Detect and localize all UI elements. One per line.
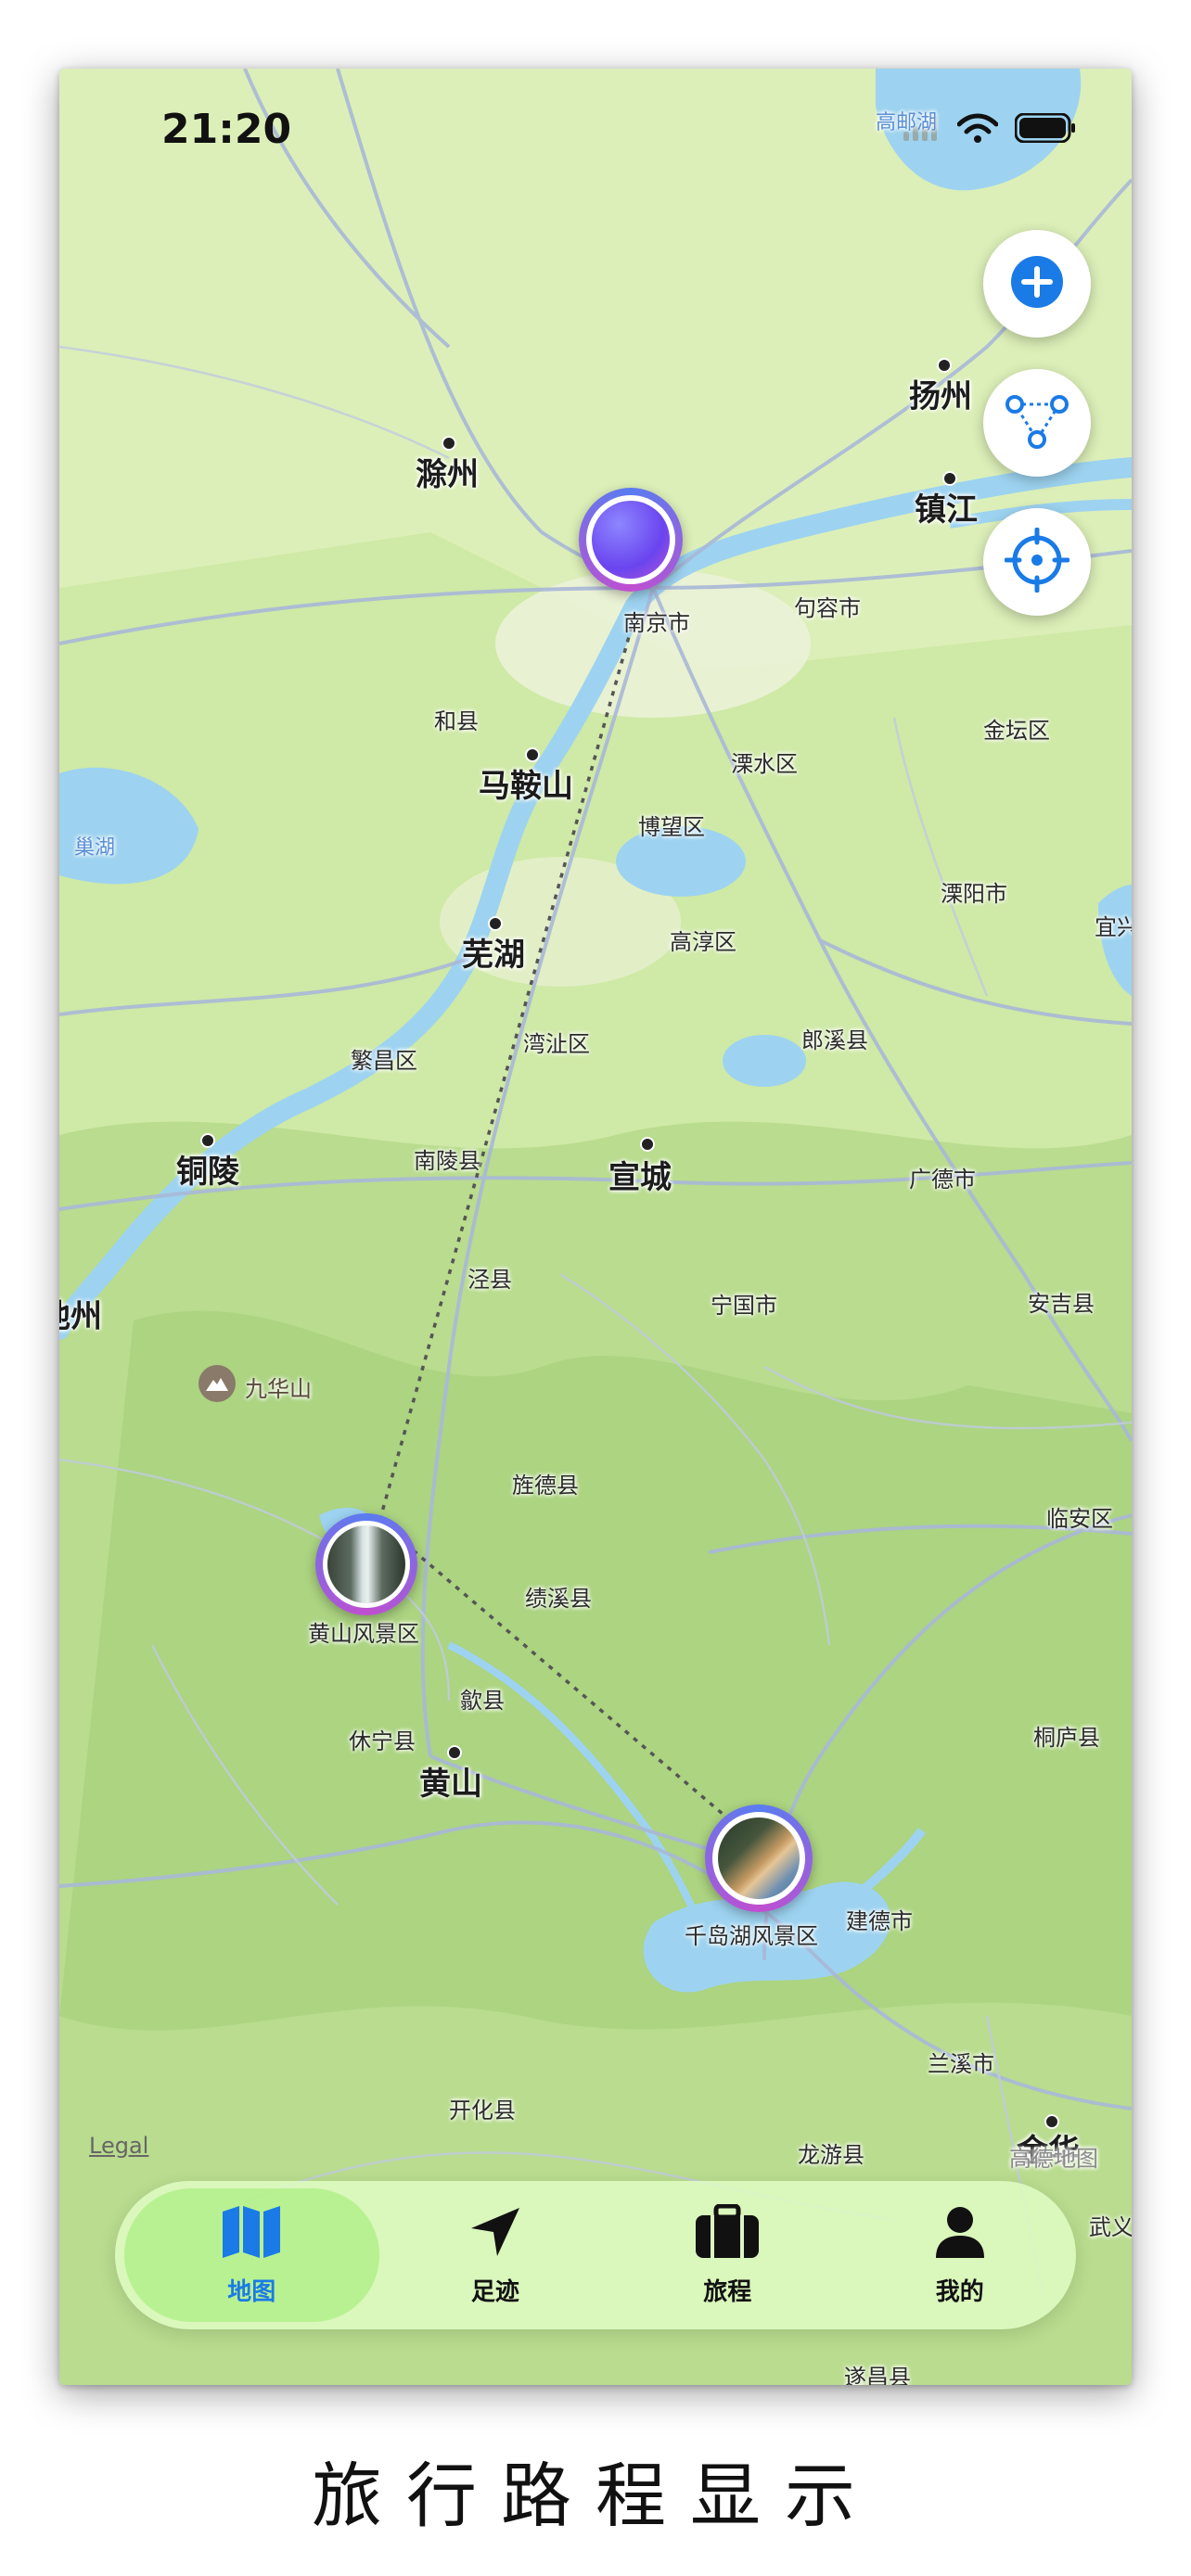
map-label-anji[interactable]: 安吉县 bbox=[1028, 1285, 1095, 1318]
map-label-qiandaohu[interactable]: 千岛湖风景区 bbox=[685, 1918, 818, 1950]
map-label-chizhou[interactable]: 池州 bbox=[59, 1291, 102, 1336]
status-time: 21:20 bbox=[161, 106, 292, 153]
map-label-jintan[interactable]: 金坛区 bbox=[983, 712, 1050, 745]
map-label-jingxian[interactable]: 泾县 bbox=[467, 1261, 512, 1294]
map-label-hexian[interactable]: 和县 bbox=[434, 703, 479, 735]
route-nodes-icon bbox=[1005, 393, 1069, 453]
map-label-zhenjiang[interactable]: 镇江 bbox=[915, 484, 978, 529]
tab-journey[interactable]: 旅程 bbox=[611, 2181, 843, 2329]
map-label-jiuhuashan[interactable]: 九华山 bbox=[245, 1371, 312, 1403]
map-label-xuancheng[interactable]: 宣城 bbox=[608, 1152, 672, 1197]
route-button[interactable] bbox=[983, 369, 1091, 477]
pin-huangshan[interactable] bbox=[315, 1513, 417, 1615]
phone-screen: 21:20 高邮湖 扬州 镇江 滁州 南京市 句容市 和县 马鞍山 溧水区 金坛… bbox=[59, 69, 1132, 2385]
map-label-lanxi[interactable]: 兰溪市 bbox=[928, 2046, 994, 2078]
map-label-fanchang[interactable]: 繁昌区 bbox=[351, 1042, 417, 1075]
page-caption: 旅行路程显示 bbox=[312, 2455, 879, 2537]
suitcase-icon bbox=[694, 2203, 761, 2264]
battery-icon bbox=[1014, 112, 1076, 147]
map-icon bbox=[221, 2204, 282, 2264]
map-label-wuhu[interactable]: 芜湖 bbox=[462, 929, 525, 975]
tab-label: 旅程 bbox=[703, 2277, 752, 2306]
plus-icon bbox=[1009, 254, 1065, 313]
map-label-langxi[interactable]: 郎溪县 bbox=[801, 1022, 868, 1054]
tab-footprints[interactable]: 足迹 bbox=[379, 2181, 611, 2329]
pin-nanjing[interactable] bbox=[579, 488, 683, 592]
legal-link[interactable]: Legal bbox=[89, 2133, 148, 2159]
map-label-guangde[interactable]: 广德市 bbox=[909, 1161, 976, 1193]
map-label-yangzhou[interactable]: 扬州 bbox=[909, 371, 972, 416]
map-label-longyou[interactable]: 龙游县 bbox=[798, 2136, 864, 2169]
waterfall-photo bbox=[327, 1525, 405, 1603]
map-label-nanling[interactable]: 南陵县 bbox=[414, 1142, 480, 1175]
map-label-kaihua[interactable]: 开化县 bbox=[449, 2092, 516, 2124]
lake-photo bbox=[718, 1817, 800, 1899]
tab-label: 地图 bbox=[227, 2277, 276, 2306]
map-label-chaohu: 巢湖 bbox=[74, 836, 116, 860]
pin-qiandaohu[interactable] bbox=[705, 1804, 813, 1912]
map-label-gaochun[interactable]: 高淳区 bbox=[670, 924, 736, 956]
map-attribution: 高德地图 bbox=[1009, 2146, 1098, 2172]
add-button[interactable] bbox=[983, 230, 1091, 338]
map-label-suichang[interactable]: 遂昌县 bbox=[844, 2359, 911, 2385]
map-label-huangshanfj[interactable]: 黄山风景区 bbox=[308, 1615, 419, 1648]
tab-profile[interactable]: 我的 bbox=[844, 2181, 1076, 2329]
map-label-tongling[interactable]: 铜陵 bbox=[176, 1146, 239, 1192]
map-label-wanzhi[interactable]: 湾沚区 bbox=[523, 1026, 590, 1058]
map-label-jingde[interactable]: 旌德县 bbox=[512, 1467, 579, 1499]
map-label-huangshan[interactable]: 黄山 bbox=[419, 1758, 482, 1804]
pin-avatar bbox=[592, 501, 670, 579]
map-label-ningguo[interactable]: 宁国市 bbox=[711, 1287, 777, 1320]
map-label-maanshan[interactable]: 马鞍山 bbox=[479, 760, 573, 806]
map-label-jixi[interactable]: 绩溪县 bbox=[525, 1580, 592, 1613]
crosshair-icon bbox=[1004, 527, 1070, 596]
mountain-icon bbox=[198, 1365, 236, 1402]
map-label-jiande[interactable]: 建德市 bbox=[846, 1903, 913, 1935]
map-label-liyang[interactable]: 溧阳市 bbox=[941, 875, 1007, 908]
tab-label: 足迹 bbox=[470, 2277, 519, 2306]
map-label-lishui[interactable]: 溧水区 bbox=[731, 746, 798, 778]
tab-label: 我的 bbox=[935, 2277, 984, 2306]
map-label-wuyi[interactable]: 武义 bbox=[1089, 2209, 1132, 2241]
map-label-shexian[interactable]: 歙县 bbox=[460, 1682, 505, 1715]
map-label-linan[interactable]: 临安区 bbox=[1046, 1500, 1113, 1533]
map-label-bowang[interactable]: 博望区 bbox=[638, 809, 705, 841]
map-label-nanjing[interactable]: 南京市 bbox=[623, 605, 690, 637]
map-label-tonglu[interactable]: 桐庐县 bbox=[1033, 1719, 1100, 1752]
locate-button[interactable] bbox=[983, 508, 1091, 616]
tab-bar: 地图 足迹 旅程 我的 bbox=[115, 2181, 1076, 2329]
location-arrow-icon bbox=[467, 2204, 523, 2264]
map-label-yixing[interactable]: 宜兴 bbox=[1095, 909, 1132, 941]
map-label-xiuning[interactable]: 休宁县 bbox=[349, 1723, 416, 1755]
tab-map[interactable]: 地图 bbox=[124, 2188, 379, 2322]
map-label-chuzhou[interactable]: 滁州 bbox=[416, 449, 479, 494]
map-label-gaoyouhu: 高邮湖 bbox=[876, 111, 938, 134]
map-label-jurong[interactable]: 句容市 bbox=[794, 590, 861, 622]
wifi-icon bbox=[956, 113, 999, 147]
city-dot bbox=[640, 1137, 655, 1152]
person-icon bbox=[932, 2204, 988, 2264]
